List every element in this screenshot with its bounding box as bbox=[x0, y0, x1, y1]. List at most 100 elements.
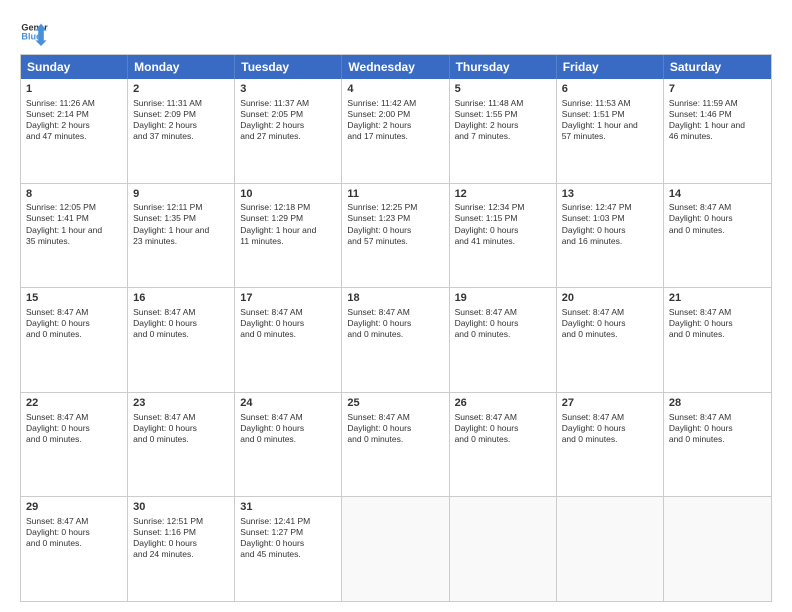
day-number: 17 bbox=[240, 291, 336, 306]
day-number: 5 bbox=[455, 82, 551, 97]
day-number: 28 bbox=[669, 396, 766, 411]
calendar-cell-12: 12Sunrise: 12:34 PM Sunset: 1:15 PM Dayl… bbox=[450, 184, 557, 288]
day-info: Sunrise: 11:53 AM Sunset: 1:51 PM Daylig… bbox=[562, 98, 658, 142]
day-info: Sunrise: 12:34 PM Sunset: 1:15 PM Daylig… bbox=[455, 202, 551, 246]
header-day-monday: Monday bbox=[128, 55, 235, 79]
header-day-sunday: Sunday bbox=[21, 55, 128, 79]
day-number: 9 bbox=[133, 187, 229, 202]
day-number: 19 bbox=[455, 291, 551, 306]
day-number: 21 bbox=[669, 291, 766, 306]
day-info: Sunset: 8:47 AM Daylight: 0 hours and 0 … bbox=[455, 307, 551, 340]
day-number: 22 bbox=[26, 396, 122, 411]
calendar-cell-20: 20Sunset: 8:47 AM Daylight: 0 hours and … bbox=[557, 288, 664, 392]
day-number: 8 bbox=[26, 187, 122, 202]
day-info: Sunset: 8:47 AM Daylight: 0 hours and 0 … bbox=[26, 307, 122, 340]
calendar-cell-16: 16Sunset: 8:47 AM Daylight: 0 hours and … bbox=[128, 288, 235, 392]
calendar-cell-22: 22Sunset: 8:47 AM Daylight: 0 hours and … bbox=[21, 393, 128, 497]
day-number: 11 bbox=[347, 187, 443, 202]
calendar-header: SundayMondayTuesdayWednesdayThursdayFrid… bbox=[21, 55, 771, 79]
day-number: 10 bbox=[240, 187, 336, 202]
calendar-cell-7: 7Sunrise: 11:59 AM Sunset: 1:46 PM Dayli… bbox=[664, 79, 771, 183]
calendar-cell-10: 10Sunrise: 12:18 PM Sunset: 1:29 PM Dayl… bbox=[235, 184, 342, 288]
calendar-cell-empty bbox=[342, 497, 449, 601]
day-info: Sunrise: 12:25 PM Sunset: 1:23 PM Daylig… bbox=[347, 202, 443, 246]
day-number: 7 bbox=[669, 82, 766, 97]
calendar-body: 1Sunrise: 11:26 AM Sunset: 2:14 PM Dayli… bbox=[21, 79, 771, 601]
calendar-row-0: 1Sunrise: 11:26 AM Sunset: 2:14 PM Dayli… bbox=[21, 79, 771, 183]
day-number: 24 bbox=[240, 396, 336, 411]
calendar-cell-2: 2Sunrise: 11:31 AM Sunset: 2:09 PM Dayli… bbox=[128, 79, 235, 183]
calendar-cell-18: 18Sunset: 8:47 AM Daylight: 0 hours and … bbox=[342, 288, 449, 392]
day-number: 12 bbox=[455, 187, 551, 202]
day-number: 27 bbox=[562, 396, 658, 411]
calendar-cell-21: 21Sunset: 8:47 AM Daylight: 0 hours and … bbox=[664, 288, 771, 392]
calendar-cell-empty bbox=[664, 497, 771, 601]
calendar-cell-4: 4Sunrise: 11:42 AM Sunset: 2:00 PM Dayli… bbox=[342, 79, 449, 183]
day-info: Sunset: 8:47 AM Daylight: 0 hours and 0 … bbox=[240, 412, 336, 445]
calendar-cell-25: 25Sunset: 8:47 AM Daylight: 0 hours and … bbox=[342, 393, 449, 497]
day-info: Sunset: 8:47 AM Daylight: 0 hours and 0 … bbox=[133, 412, 229, 445]
day-info: Sunrise: 11:26 AM Sunset: 2:14 PM Daylig… bbox=[26, 98, 122, 142]
calendar-row-4: 29Sunset: 8:47 AM Daylight: 0 hours and … bbox=[21, 496, 771, 601]
calendar-cell-13: 13Sunrise: 12:47 PM Sunset: 1:03 PM Dayl… bbox=[557, 184, 664, 288]
top-bar: General Blue bbox=[20, 18, 772, 46]
day-number: 3 bbox=[240, 82, 336, 97]
day-number: 29 bbox=[26, 500, 122, 515]
calendar-cell-17: 17Sunset: 8:47 AM Daylight: 0 hours and … bbox=[235, 288, 342, 392]
day-number: 31 bbox=[240, 500, 336, 515]
calendar-cell-19: 19Sunset: 8:47 AM Daylight: 0 hours and … bbox=[450, 288, 557, 392]
header-day-thursday: Thursday bbox=[450, 55, 557, 79]
day-number: 16 bbox=[133, 291, 229, 306]
day-info: Sunset: 8:47 AM Daylight: 0 hours and 0 … bbox=[347, 307, 443, 340]
calendar-cell-9: 9Sunrise: 12:11 PM Sunset: 1:35 PM Dayli… bbox=[128, 184, 235, 288]
calendar-cell-28: 28Sunset: 8:47 AM Daylight: 0 hours and … bbox=[664, 393, 771, 497]
calendar-row-1: 8Sunrise: 12:05 PM Sunset: 1:41 PM Dayli… bbox=[21, 183, 771, 288]
calendar-cell-24: 24Sunset: 8:47 AM Daylight: 0 hours and … bbox=[235, 393, 342, 497]
day-number: 15 bbox=[26, 291, 122, 306]
day-number: 4 bbox=[347, 82, 443, 97]
day-info: Sunrise: 12:47 PM Sunset: 1:03 PM Daylig… bbox=[562, 202, 658, 246]
calendar-cell-11: 11Sunrise: 12:25 PM Sunset: 1:23 PM Dayl… bbox=[342, 184, 449, 288]
day-info: Sunset: 8:47 AM Daylight: 0 hours and 0 … bbox=[562, 307, 658, 340]
calendar-cell-30: 30Sunrise: 12:51 PM Sunset: 1:16 PM Dayl… bbox=[128, 497, 235, 601]
day-number: 23 bbox=[133, 396, 229, 411]
calendar-cell-3: 3Sunrise: 11:37 AM Sunset: 2:05 PM Dayli… bbox=[235, 79, 342, 183]
day-info: Sunrise: 11:37 AM Sunset: 2:05 PM Daylig… bbox=[240, 98, 336, 142]
day-info: Sunrise: 11:48 AM Sunset: 1:55 PM Daylig… bbox=[455, 98, 551, 142]
day-info: Sunset: 8:47 AM Daylight: 0 hours and 0 … bbox=[562, 412, 658, 445]
logo: General Blue bbox=[20, 18, 48, 46]
day-info: Sunrise: 11:31 AM Sunset: 2:09 PM Daylig… bbox=[133, 98, 229, 142]
day-info: Sunrise: 12:51 PM Sunset: 1:16 PM Daylig… bbox=[133, 516, 229, 560]
day-info: Sunset: 8:47 AM Daylight: 0 hours and 0 … bbox=[26, 412, 122, 445]
day-info: Sunset: 8:47 AM Daylight: 0 hours and 0 … bbox=[669, 202, 766, 235]
day-number: 13 bbox=[562, 187, 658, 202]
day-number: 26 bbox=[455, 396, 551, 411]
day-number: 2 bbox=[133, 82, 229, 97]
header-day-friday: Friday bbox=[557, 55, 664, 79]
day-number: 6 bbox=[562, 82, 658, 97]
day-number: 30 bbox=[133, 500, 229, 515]
calendar-cell-6: 6Sunrise: 11:53 AM Sunset: 1:51 PM Dayli… bbox=[557, 79, 664, 183]
calendar-cell-empty bbox=[450, 497, 557, 601]
logo-icon: General Blue bbox=[20, 18, 48, 46]
day-number: 25 bbox=[347, 396, 443, 411]
calendar-cell-8: 8Sunrise: 12:05 PM Sunset: 1:41 PM Dayli… bbox=[21, 184, 128, 288]
header-day-saturday: Saturday bbox=[664, 55, 771, 79]
day-info: Sunset: 8:47 AM Daylight: 0 hours and 0 … bbox=[347, 412, 443, 445]
day-info: Sunrise: 11:59 AM Sunset: 1:46 PM Daylig… bbox=[669, 98, 766, 142]
day-number: 18 bbox=[347, 291, 443, 306]
day-number: 14 bbox=[669, 187, 766, 202]
calendar-cell-5: 5Sunrise: 11:48 AM Sunset: 1:55 PM Dayli… bbox=[450, 79, 557, 183]
day-info: Sunrise: 12:41 PM Sunset: 1:27 PM Daylig… bbox=[240, 516, 336, 560]
calendar-cell-31: 31Sunrise: 12:41 PM Sunset: 1:27 PM Dayl… bbox=[235, 497, 342, 601]
calendar-row-3: 22Sunset: 8:47 AM Daylight: 0 hours and … bbox=[21, 392, 771, 497]
day-info: Sunrise: 11:42 AM Sunset: 2:00 PM Daylig… bbox=[347, 98, 443, 142]
header-day-tuesday: Tuesday bbox=[235, 55, 342, 79]
calendar-row-2: 15Sunset: 8:47 AM Daylight: 0 hours and … bbox=[21, 287, 771, 392]
day-number: 20 bbox=[562, 291, 658, 306]
day-info: Sunrise: 12:18 PM Sunset: 1:29 PM Daylig… bbox=[240, 202, 336, 246]
calendar-cell-29: 29Sunset: 8:47 AM Daylight: 0 hours and … bbox=[21, 497, 128, 601]
day-info: Sunrise: 12:05 PM Sunset: 1:41 PM Daylig… bbox=[26, 202, 122, 246]
day-info: Sunset: 8:47 AM Daylight: 0 hours and 0 … bbox=[455, 412, 551, 445]
day-info: Sunset: 8:47 AM Daylight: 0 hours and 0 … bbox=[133, 307, 229, 340]
